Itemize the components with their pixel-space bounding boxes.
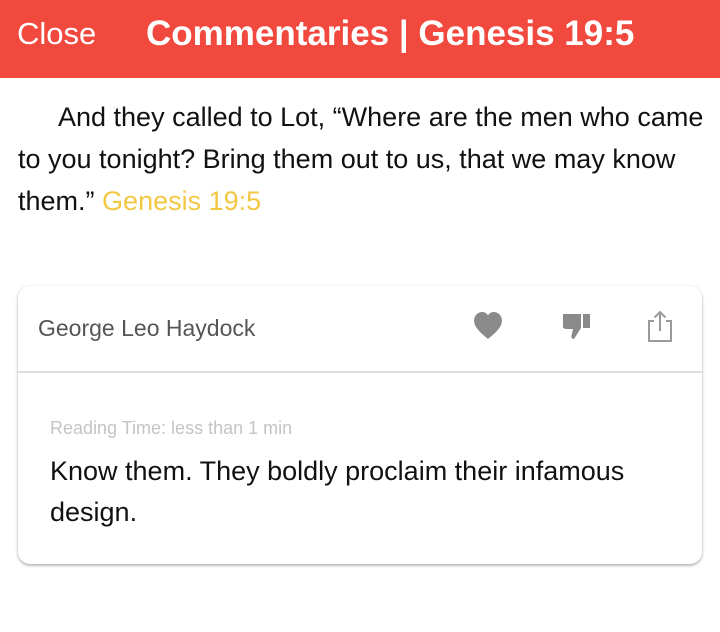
reading-time-label: Reading Time: less than 1 min xyxy=(50,418,293,438)
commentary-card-header: George Leo Haydock xyxy=(18,286,702,373)
verse-paragraph: And they called to Lot, “Where are the m… xyxy=(18,96,708,222)
thumbs-down-icon[interactable] xyxy=(559,308,595,344)
commentary-text: Know them. They boldly proclaim their in… xyxy=(50,456,625,527)
page-title: Commentaries | Genesis 19:5 xyxy=(146,14,635,53)
close-button[interactable]: Close xyxy=(17,14,96,54)
heart-icon[interactable] xyxy=(470,308,506,344)
commentary-card: George Leo Haydock Reading Time: less th… xyxy=(18,286,702,564)
verse-block: And they called to Lot, “Where are the m… xyxy=(18,96,708,222)
share-icon[interactable] xyxy=(642,308,678,344)
top-bar: Close Commentaries | Genesis 19:5 xyxy=(0,0,720,78)
verse-reference-link[interactable]: Genesis 19:5 xyxy=(102,186,261,216)
commentary-author: George Leo Haydock xyxy=(38,315,256,341)
